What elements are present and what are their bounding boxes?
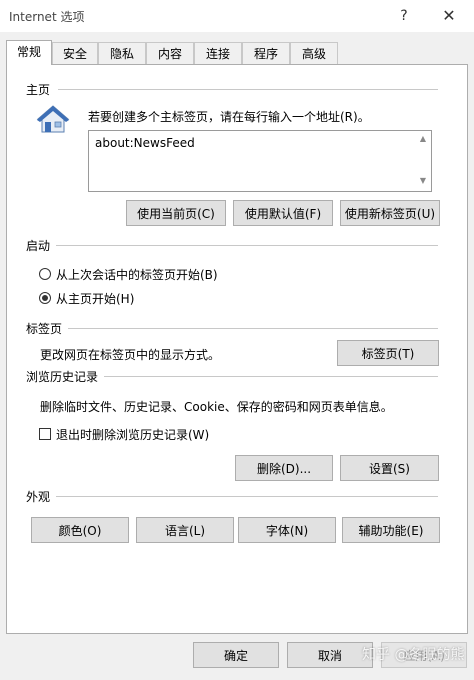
home-description: 若要创建多个主标签页，请在每行输入一个地址(R)。 <box>88 110 370 124</box>
close-button[interactable]: ✕ <box>438 5 460 27</box>
tabs-section-label: 标签页 <box>26 322 63 336</box>
radio-home-page[interactable] <box>39 292 51 304</box>
tabs-description: 更改网页在标签页中的显示方式。 <box>40 348 221 362</box>
use-new-tab-button[interactable]: 使用新标签页(U) <box>340 200 440 226</box>
radio-last-session[interactable] <box>39 268 51 280</box>
radio-home-page-label[interactable]: 从主页开始(H) <box>56 290 134 307</box>
home-page-textarea[interactable]: about:NewsFeed ▲ ▼ <box>88 130 432 192</box>
scroll-down-icon[interactable]: ▼ <box>416 176 430 188</box>
window-title: Internet 选项 <box>9 10 85 24</box>
appearance-divider <box>56 496 438 497</box>
history-section-label: 浏览历史记录 <box>26 370 99 384</box>
delete-on-exit-checkbox[interactable] <box>39 428 51 440</box>
history-description: 删除临时文件、历史记录、Cookie、保存的密码和网页表单信息。 <box>40 400 393 414</box>
tabs-settings-button[interactable]: 标签页(T) <box>337 340 439 366</box>
title-bar: Internet 选项 ? ✕ <box>0 0 474 32</box>
delete-history-button[interactable]: 删除(D)... <box>235 455 333 481</box>
tab-security[interactable]: 安全 <box>52 42 98 64</box>
fonts-button[interactable]: 字体(N) <box>238 517 336 543</box>
tabs-divider <box>68 328 438 329</box>
home-icon <box>36 105 70 133</box>
history-settings-button[interactable]: 设置(S) <box>340 455 439 481</box>
history-divider <box>104 376 438 377</box>
watermark: 知乎 @冬眠的熊 <box>362 647 465 663</box>
ok-button[interactable]: 确定 <box>193 642 279 668</box>
tab-programs[interactable]: 程序 <box>242 42 290 64</box>
home-section-label: 主页 <box>26 83 51 97</box>
appearance-section-label: 外观 <box>26 490 51 504</box>
radio-last-session-label[interactable]: 从上次会话中的标签页开始(B) <box>56 266 218 283</box>
accessibility-button[interactable]: 辅助功能(E) <box>342 517 440 543</box>
tab-advanced[interactable]: 高级 <box>290 42 338 64</box>
textarea-scrollbar[interactable]: ▲ ▼ <box>416 132 430 190</box>
languages-button[interactable]: 语言(L) <box>136 517 234 543</box>
tab-privacy[interactable]: 隐私 <box>98 42 146 64</box>
tab-connections[interactable]: 连接 <box>194 42 242 64</box>
help-button[interactable]: ? <box>393 5 415 27</box>
use-default-button[interactable]: 使用默认值(F) <box>233 200 333 226</box>
use-current-button[interactable]: 使用当前页(C) <box>126 200 226 226</box>
tab-content[interactable]: 内容 <box>146 42 194 64</box>
delete-on-exit-label[interactable]: 退出时删除浏览历史记录(W) <box>56 426 209 443</box>
startup-section-label: 启动 <box>26 239 51 253</box>
colors-button[interactable]: 颜色(O) <box>31 517 129 543</box>
startup-divider <box>56 245 438 246</box>
cancel-button[interactable]: 取消 <box>287 642 373 668</box>
home-divider <box>58 89 438 90</box>
scroll-up-icon[interactable]: ▲ <box>416 134 430 146</box>
tab-general[interactable]: 常规 <box>6 40 52 65</box>
home-page-url: about:NewsFeed <box>95 136 195 150</box>
